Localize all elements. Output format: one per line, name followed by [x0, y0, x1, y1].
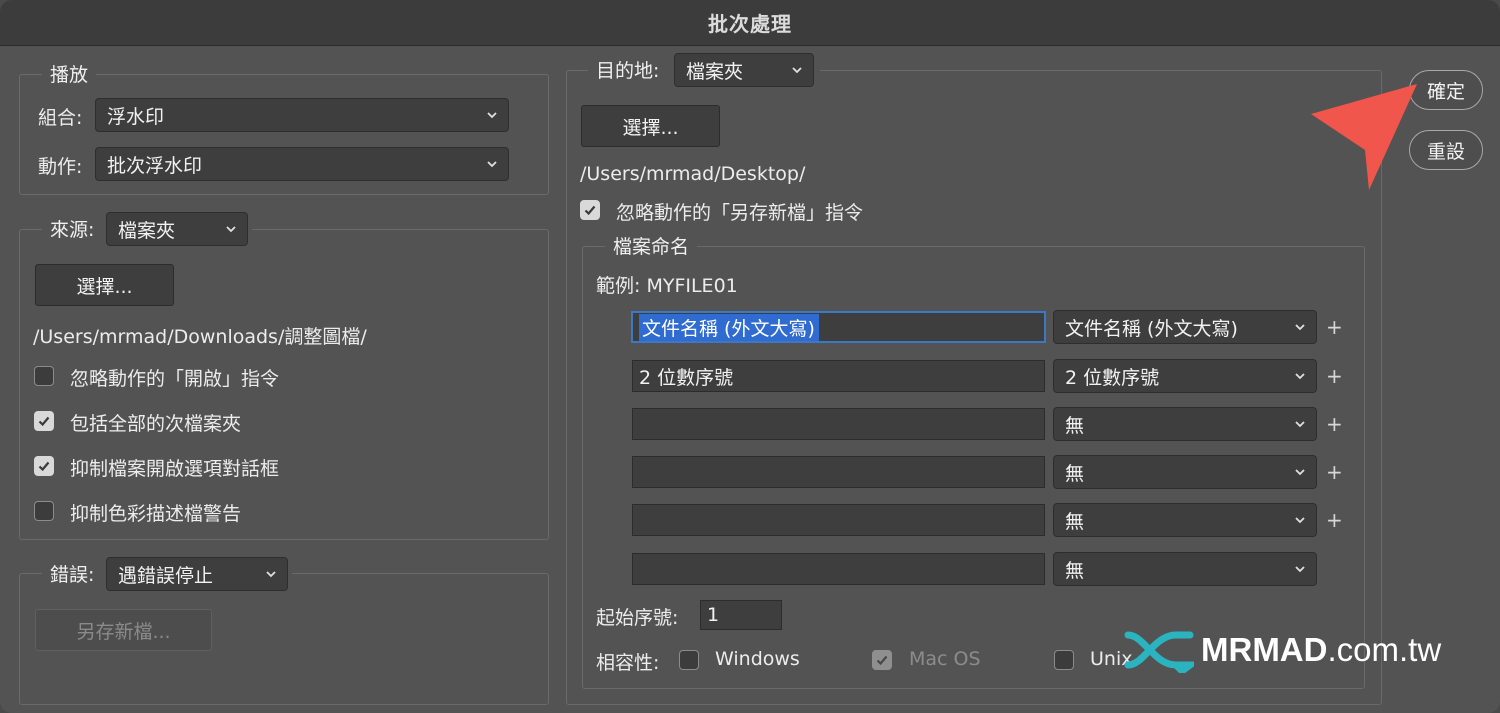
- set-label: 組合:: [38, 107, 83, 129]
- chevron-down-icon: [1295, 421, 1305, 428]
- chevron-down-icon: [1295, 469, 1305, 476]
- checkmark-icon: [38, 416, 50, 427]
- source-option-label-1: 包括全部的次檔案夾: [70, 413, 242, 435]
- compat-unix-checkbox[interactable]: [1054, 650, 1074, 670]
- naming-select-2[interactable]: 無: [1053, 407, 1317, 441]
- set-select-value: 浮水印: [107, 105, 165, 128]
- naming-text-3[interactable]: [632, 456, 1045, 488]
- source-path: /Users/mrmad/Downloads/調整圖檔/: [33, 326, 367, 348]
- start-serial-value: 1: [707, 604, 720, 626]
- source-option-label-0: 忽略動作的「開啟」指令: [70, 368, 280, 390]
- errors-select[interactable]: 遇錯誤停止: [106, 557, 288, 591]
- action-select[interactable]: 批次浮水印: [95, 147, 509, 181]
- naming-text-0-value: 文件名稱 (外文大寫): [639, 313, 819, 341]
- mrmad-logo-icon: [1124, 631, 1194, 673]
- compat-macos-checkbox[interactable]: [872, 650, 892, 670]
- start-serial-input[interactable]: 1: [700, 600, 782, 630]
- errors-label: 錯誤:: [50, 563, 95, 586]
- chevron-down-icon: [792, 67, 802, 74]
- set-select[interactable]: 浮水印: [95, 98, 509, 132]
- source-option-checkbox-2[interactable]: [34, 456, 54, 476]
- source-select-value: 檔案夾: [118, 219, 176, 242]
- naming-text-5[interactable]: [632, 553, 1045, 585]
- destination-label: 目的地:: [596, 59, 660, 82]
- chevron-down-icon: [487, 161, 497, 168]
- naming-select-1[interactable]: 2 位數序號: [1053, 359, 1317, 393]
- chevron-down-icon: [1295, 566, 1305, 573]
- naming-select-0[interactable]: 文件名稱 (外文大寫): [1053, 310, 1317, 344]
- chevron-down-icon: [1295, 324, 1305, 331]
- title-bar: 批次處理: [0, 0, 1500, 46]
- destination-override-checkbox[interactable]: [580, 200, 600, 220]
- chevron-down-icon: [1295, 517, 1305, 524]
- add-row-button-0[interactable]: +: [1326, 315, 1343, 339]
- red-arrow-icon: [1311, 84, 1417, 190]
- batch-dialog: 批次處理 播放 組合: 浮水印 動作: 批次浮水印 來源: 檔案夾 選擇... …: [0, 0, 1500, 713]
- naming-select-2-value: 無: [1065, 414, 1085, 437]
- source-option-label-2: 抑制檔案開啟選項對話框: [70, 458, 280, 480]
- destination-override-label: 忽略動作的「另存新檔」指令: [616, 202, 864, 224]
- window-title: 批次處理: [708, 12, 792, 36]
- naming-select-5[interactable]: 無: [1053, 552, 1317, 586]
- destination-select[interactable]: 檔案夾: [674, 53, 814, 87]
- source-option-checkbox-1[interactable]: [34, 411, 54, 431]
- checkmark-icon: [876, 655, 888, 666]
- compat-windows-label: Windows: [715, 648, 800, 670]
- compat-label: 相容性:: [596, 652, 660, 674]
- source-select[interactable]: 檔案夾: [106, 212, 248, 246]
- chevron-down-icon: [226, 226, 236, 233]
- source-choose-button[interactable]: 選擇...: [35, 264, 174, 306]
- action-label: 動作:: [38, 156, 83, 178]
- naming-select-5-value: 無: [1065, 559, 1085, 582]
- compat-macos-label: Mac OS: [909, 648, 981, 670]
- naming-text-1[interactable]: 2 位數序號: [632, 360, 1045, 392]
- add-row-button-3[interactable]: +: [1326, 460, 1343, 484]
- errors-select-value: 遇錯誤停止: [118, 564, 214, 587]
- start-serial-label: 起始序號:: [596, 607, 679, 629]
- add-row-button-1[interactable]: +: [1326, 364, 1343, 388]
- destination-select-value: 檔案夾: [686, 60, 744, 83]
- naming-text-0[interactable]: 文件名稱 (外文大寫): [631, 311, 1046, 343]
- destination-choose-button[interactable]: 選擇...: [581, 105, 720, 147]
- watermark-suffix: .com.tw: [1327, 631, 1442, 668]
- checkmark-icon: [584, 205, 596, 216]
- chevron-down-icon: [1295, 373, 1305, 380]
- naming-select-1-value: 2 位數序號: [1065, 366, 1160, 389]
- source-option-label-3: 抑制色彩描述檔警告: [70, 503, 242, 525]
- add-row-button-4[interactable]: +: [1326, 508, 1343, 532]
- naming-select-0-value: 文件名稱 (外文大寫): [1065, 317, 1238, 340]
- watermark-text: MRMAD.com.tw: [1201, 631, 1441, 669]
- action-select-value: 批次浮水印: [107, 154, 203, 177]
- naming-select-4-value: 無: [1065, 510, 1085, 533]
- naming-text-4[interactable]: [632, 504, 1045, 536]
- errors-save-as-button[interactable]: 另存新檔...: [35, 609, 212, 651]
- chevron-down-icon: [266, 571, 276, 578]
- naming-select-3[interactable]: 無: [1053, 455, 1317, 489]
- naming-text-1-value: 2 位數序號: [639, 366, 734, 389]
- watermark-brand: MRMAD: [1201, 631, 1328, 668]
- destination-path: /Users/mrmad/Desktop/: [580, 163, 806, 185]
- naming-text-2[interactable]: [632, 408, 1045, 440]
- naming-select-3-value: 無: [1065, 462, 1085, 485]
- compat-windows-checkbox[interactable]: [679, 650, 699, 670]
- source-option-checkbox-0[interactable]: [34, 366, 54, 386]
- naming-legend: 檔案命名: [605, 229, 698, 261]
- source-label: 來源:: [50, 218, 95, 241]
- naming-example: 範例: MYFILE01: [596, 275, 738, 297]
- play-legend: 播放: [42, 57, 97, 89]
- chevron-down-icon: [487, 112, 497, 119]
- checkmark-icon: [38, 461, 50, 472]
- add-row-button-2[interactable]: +: [1326, 412, 1343, 436]
- naming-select-4[interactable]: 無: [1053, 503, 1317, 537]
- source-option-checkbox-3[interactable]: [34, 501, 54, 521]
